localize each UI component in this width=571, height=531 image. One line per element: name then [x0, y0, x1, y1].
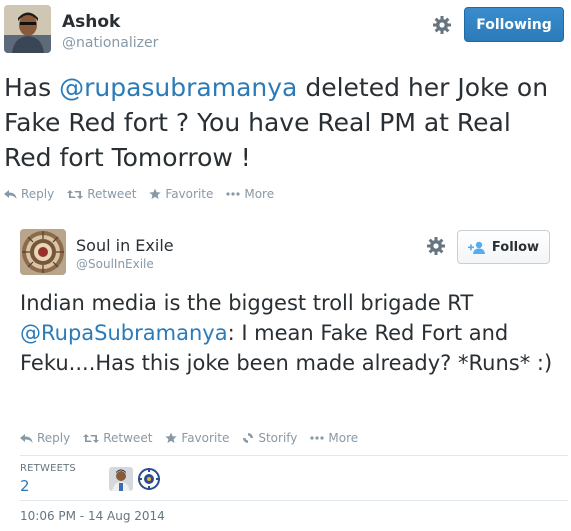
storify-label: Storify — [258, 431, 298, 445]
favorite-label: Favorite — [165, 187, 214, 201]
mention-link[interactable]: @rupasubramanya — [59, 73, 297, 102]
reply-author-name[interactable]: Soul in Exile — [76, 236, 174, 255]
ellipsis-icon — [310, 436, 325, 440]
reply-tweet-actions: Reply Retweet Favorite Storify More — [20, 431, 371, 445]
retweets-count[interactable]: 2 — [20, 477, 30, 495]
storify-icon — [243, 433, 254, 443]
retweet-icon — [83, 433, 100, 443]
retweeter-avatar[interactable] — [137, 467, 161, 491]
more-label: More — [244, 187, 275, 201]
tweet-actions: Reply Retweet Favorite More — [4, 187, 287, 201]
retweets-label: RETWEETS — [20, 463, 76, 474]
author-avatar[interactable] — [4, 5, 51, 53]
favorite-action[interactable]: Favorite — [149, 187, 213, 201]
favorite-action[interactable]: Favorite — [165, 431, 229, 445]
reply-author-handle[interactable]: @SoulInExile — [76, 257, 154, 271]
follow-button-label: Follow — [491, 239, 540, 255]
more-label: More — [328, 431, 359, 445]
retweet-action[interactable]: Retweet — [83, 431, 152, 445]
tweet-text: Has @rupasubramanya deleted her Joke on … — [4, 70, 564, 175]
retweet-action[interactable]: Retweet — [67, 187, 136, 201]
tweet-text-prefix: Has — [4, 73, 60, 102]
ellipsis-icon — [226, 192, 240, 196]
more-action[interactable]: More — [226, 187, 274, 201]
star-icon — [165, 432, 178, 443]
reply-icon — [20, 433, 33, 443]
divider — [20, 500, 568, 501]
reply-action[interactable]: Reply — [20, 431, 70, 445]
retweeter-avatar[interactable] — [109, 467, 133, 491]
reply-text-prefix: Indian media is the biggest troll brigad… — [20, 291, 474, 315]
retweet-icon — [67, 189, 84, 199]
following-button[interactable]: Following — [464, 7, 564, 42]
gear-icon[interactable] — [426, 236, 446, 256]
follow-button[interactable]: Follow — [457, 230, 550, 264]
reply-label: Reply — [21, 187, 55, 201]
tweet-timestamp[interactable]: 10:06 PM - 14 Aug 2014 — [20, 509, 165, 523]
more-action[interactable]: More — [310, 431, 358, 445]
add-user-icon — [467, 241, 485, 254]
reply-label: Reply — [37, 431, 71, 445]
retweet-label: Retweet — [103, 431, 153, 445]
reply-mention-link[interactable]: @RupaSubramanya — [20, 321, 228, 345]
star-icon — [149, 188, 162, 199]
reply-icon — [4, 189, 17, 199]
reply-author-avatar[interactable] — [20, 229, 66, 275]
author-name[interactable]: Ashok — [62, 12, 120, 32]
reply-tweet-text: Indian media is the biggest troll brigad… — [20, 288, 565, 378]
favorite-label: Favorite — [181, 431, 230, 445]
author-handle[interactable]: @nationalizer — [62, 35, 158, 51]
reply-action[interactable]: Reply — [4, 187, 54, 201]
divider — [20, 455, 568, 456]
retweet-label: Retweet — [87, 187, 137, 201]
storify-action[interactable]: Storify — [242, 431, 297, 445]
gear-icon[interactable] — [432, 15, 452, 35]
